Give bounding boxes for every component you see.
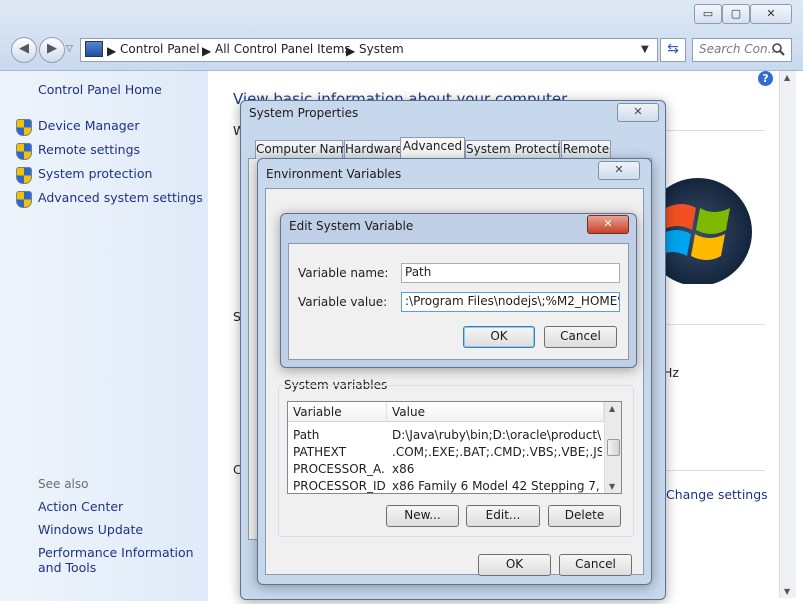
forward-arrow-icon: ▶ — [47, 41, 57, 56]
edit-variable-button[interactable]: Edit... — [466, 505, 540, 527]
advanced-system-settings-link[interactable]: Advanced system settings — [38, 190, 203, 205]
control-panel-home-link[interactable]: Control Panel Home — [38, 82, 162, 97]
recent-pages-dropdown-icon[interactable]: ▽ — [66, 44, 73, 54]
close-icon: ✕ — [614, 163, 624, 176]
value-cell: x86 Family 6 Model 42 Stepping 7, Genu..… — [392, 479, 602, 493]
close-button[interactable]: ✕ — [750, 4, 792, 24]
breadcrumb-separator-icon: ▶ — [107, 44, 117, 58]
forward-button[interactable]: ▶ — [39, 37, 65, 63]
system-variables-list[interactable]: Variable Value Path D:\Java\ruby\bin;D:\… — [287, 401, 622, 494]
close-icon: ✕ — [633, 105, 643, 118]
dialog-title: Environment Variables — [266, 167, 402, 181]
uac-shield-icon — [16, 119, 32, 136]
value-cell: .COM;.EXE;.BAT;.CMD;.VBS;.VBE;.JS;.... — [392, 445, 602, 459]
ok-button[interactable]: OK — [463, 326, 535, 348]
minimize-icon: ▭ — [702, 7, 714, 20]
breadcrumb-separator-icon: ▶ — [346, 44, 356, 58]
dialog-title: System Properties — [249, 106, 359, 120]
change-settings-link[interactable]: Change settings — [666, 487, 768, 502]
close-button[interactable]: ✕ — [617, 103, 659, 122]
ok-button[interactable]: OK — [478, 554, 551, 576]
variable-value-label: Variable value: — [298, 295, 388, 309]
breadcrumb-control-panel[interactable]: Control Panel — [120, 42, 200, 56]
table-row[interactable]: PROCESSOR_A... x86 — [288, 461, 604, 478]
search-icon — [772, 43, 785, 56]
refresh-icon: ⇆ — [667, 41, 679, 57]
maximize-button[interactable]: ▢ — [722, 4, 750, 24]
back-button[interactable]: ◀ — [11, 37, 37, 63]
cancel-button[interactable]: Cancel — [559, 554, 632, 576]
maximize-icon: ▢ — [730, 7, 742, 20]
see-also-heading: See also — [38, 477, 89, 491]
refresh-button[interactable]: ⇆ — [660, 38, 686, 62]
table-row[interactable]: PATHEXT .COM;.EXE;.BAT;.CMD;.VBS;.VBE;.J… — [288, 444, 604, 461]
dialog-title: Edit System Variable — [289, 219, 414, 233]
variable-cell: PATHEXT — [293, 445, 347, 459]
variable-name-field[interactable]: Path — [401, 263, 620, 283]
variable-cell: Path — [293, 428, 320, 442]
address-dropdown-icon[interactable]: ▼ — [641, 44, 649, 55]
variable-cell: PROCESSOR_ID... — [293, 479, 385, 493]
tab-hardware[interactable]: Hardware — [344, 140, 403, 159]
close-button[interactable]: ✕ — [587, 215, 629, 234]
help-icon[interactable]: ? — [758, 71, 773, 86]
table-row[interactable]: PROCESSOR_ID... x86 Family 6 Model 42 St… — [288, 478, 604, 493]
minimize-button[interactable]: ▭ — [694, 4, 722, 24]
device-manager-link[interactable]: Device Manager — [38, 118, 140, 133]
control-panel-icon — [85, 41, 103, 57]
uac-shield-icon — [16, 143, 32, 160]
remote-settings-link[interactable]: Remote settings — [38, 142, 140, 157]
divider — [660, 324, 765, 325]
variable-value-field[interactable]: :\Program Files\nodejs\;%M2_HOME%\bin — [401, 292, 620, 312]
windows-update-link[interactable]: Windows Update — [38, 522, 143, 537]
tab-system-protection[interactable]: System Protection — [465, 140, 575, 159]
breadcrumb-system[interactable]: System — [359, 42, 404, 56]
tab-computer-name[interactable]: Computer Name — [255, 140, 355, 159]
search-placeholder: Search Con... — [699, 42, 780, 56]
breadcrumb-all-items[interactable]: All Control Panel Items — [215, 42, 351, 56]
variable-cell: PROCESSOR_A... — [293, 462, 385, 476]
performance-information-link[interactable]: Performance Information and Tools — [38, 545, 203, 575]
delete-variable-button[interactable]: Delete — [548, 505, 621, 527]
tab-remote[interactable]: Remote — [561, 140, 611, 159]
breadcrumb-separator-icon: ▶ — [202, 44, 212, 58]
close-button[interactable]: ✕ — [598, 161, 640, 180]
close-icon: ✕ — [766, 7, 776, 20]
scroll-down-icon[interactable]: ▼ — [784, 587, 790, 596]
value-cell: D:\Java\ruby\bin;D:\oracle\product\10...… — [392, 428, 602, 442]
action-center-link[interactable]: Action Center — [38, 499, 123, 514]
variable-name-label: Variable name: — [298, 266, 389, 280]
uac-shield-icon — [16, 167, 32, 184]
tab-advanced[interactable]: Advanced — [400, 137, 465, 160]
address-bar[interactable]: ▶ Control Panel ▶ All Control Panel Item… — [80, 38, 658, 62]
divider — [660, 130, 765, 131]
column-header-variable[interactable]: Variable — [288, 402, 387, 422]
value-cell: x86 — [392, 462, 415, 476]
back-arrow-icon: ◀ — [19, 41, 29, 56]
system-protection-link[interactable]: System protection — [38, 166, 152, 181]
scroll-down-icon[interactable]: ▼ — [609, 482, 615, 491]
uac-shield-icon — [16, 191, 32, 208]
main-scrollbar[interactable]: ▲ ▼ — [779, 71, 796, 598]
column-header-value[interactable]: Value — [387, 402, 604, 422]
new-variable-button[interactable]: New... — [386, 505, 459, 527]
table-row[interactable]: Path D:\Java\ruby\bin;D:\oracle\product\… — [288, 427, 604, 444]
cancel-button[interactable]: Cancel — [544, 326, 617, 348]
scroll-up-icon[interactable]: ▲ — [784, 73, 790, 82]
close-icon: ✕ — [603, 217, 613, 230]
scroll-thumb[interactable] — [607, 439, 620, 456]
list-scrollbar[interactable]: ▲ ▼ — [604, 402, 621, 493]
search-input[interactable]: Search Con... — [692, 38, 792, 62]
divider — [660, 470, 765, 471]
scroll-up-icon[interactable]: ▲ — [609, 404, 615, 413]
